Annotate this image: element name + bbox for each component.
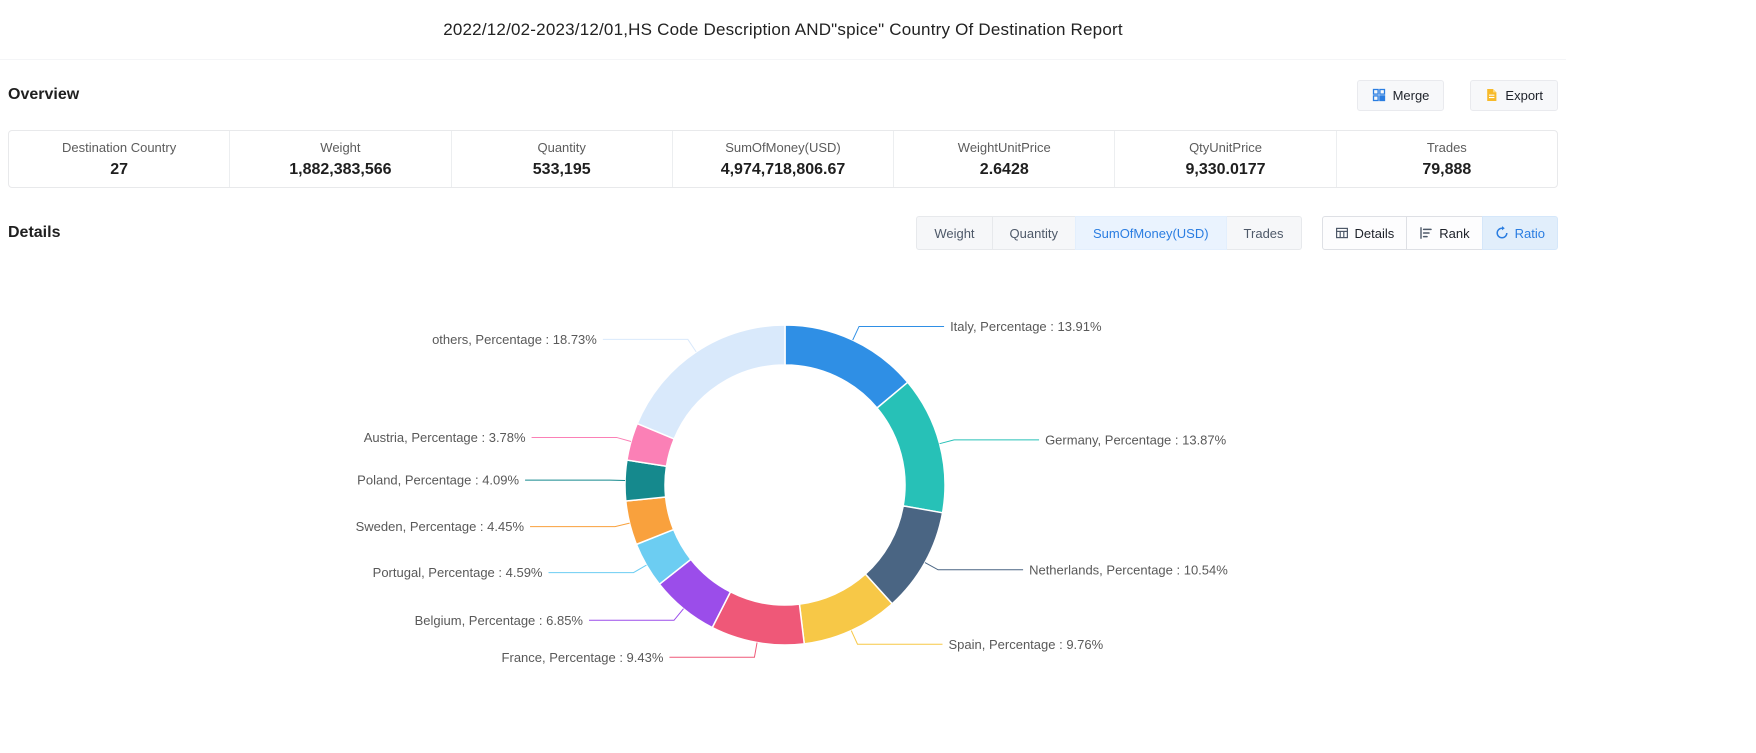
chart-area: Italy, Percentage : 13.91% Germany, Perce… (0, 250, 1566, 753)
table-icon (1335, 226, 1349, 240)
cycle-arrows-icon (1495, 226, 1509, 240)
stat-label: SumOfMoney(USD) (725, 140, 841, 155)
donut-slice-others[interactable] (637, 325, 785, 439)
slice-label-france: France, Percentage : 9.43% (502, 650, 664, 665)
stat-sum-of-money: SumOfMoney(USD) 4,974,718,806.67 (672, 131, 893, 187)
slice-label-austria: Austria, Percentage : 3.78% (364, 430, 526, 445)
label-line-germany (940, 440, 1039, 444)
stat-qty-unit-price: QtyUnitPrice 9,330.0177 (1114, 131, 1335, 187)
export-button[interactable]: Export (1470, 80, 1558, 111)
stat-destination-country: Destination Country 27 (9, 131, 229, 187)
view-tab-ratio-label: Ratio (1515, 226, 1545, 241)
tab-sum-of-money[interactable]: SumOfMoney(USD) (1075, 216, 1227, 250)
label-line-belgium (589, 609, 684, 621)
slice-label-spain: Spain, Percentage : 9.76% (949, 637, 1104, 652)
stat-label: Weight (320, 140, 360, 155)
stat-value: 533,195 (533, 161, 591, 179)
tab-weight[interactable]: Weight (916, 216, 992, 250)
slice-label-others: others, Percentage : 18.73% (432, 332, 597, 347)
donut-chart: Italy, Percentage : 13.91% Germany, Perce… (0, 250, 1566, 753)
label-line-italy (853, 326, 944, 340)
label-line-sweden (530, 523, 630, 527)
view-tab-rank[interactable]: Rank (1406, 216, 1482, 250)
report-page: 2022/12/02-2023/12/01,HS Code Descriptio… (0, 0, 1566, 753)
overview-actions: Merge Export (1357, 80, 1558, 111)
view-tab-details[interactable]: Details (1322, 216, 1408, 250)
details-section: Details Weight Quantity SumOfMoney(USD) … (0, 216, 1566, 753)
overview-heading: Overview (8, 86, 79, 104)
merge-button[interactable]: Merge (1357, 80, 1445, 111)
label-line-austria (532, 437, 631, 441)
label-line-portugal (549, 565, 647, 573)
stat-value: 9,330.0177 (1186, 161, 1266, 179)
stat-label: Destination Country (62, 140, 176, 155)
stat-label: Quantity (537, 140, 585, 155)
label-line-spain (851, 631, 942, 645)
tab-quantity[interactable]: Quantity (992, 216, 1076, 250)
stat-value: 79,888 (1422, 161, 1471, 179)
stat-value: 1,882,383,566 (289, 161, 391, 179)
slice-label-portugal: Portugal, Percentage : 4.59% (373, 565, 543, 580)
donut-slice-poland[interactable] (625, 460, 666, 501)
stat-quantity: Quantity 533,195 (451, 131, 672, 187)
stat-trades: Trades 79,888 (1336, 131, 1557, 187)
rank-list-icon (1419, 226, 1433, 240)
stat-weight-unit-price: WeightUnitPrice 2.6428 (893, 131, 1114, 187)
details-heading: Details (8, 224, 60, 242)
page-title: 2022/12/02-2023/12/01,HS Code Descriptio… (443, 20, 1123, 40)
slice-label-italy: Italy, Percentage : 13.91% (950, 319, 1102, 334)
stat-label: Trades (1427, 140, 1467, 155)
stat-value: 4,974,718,806.67 (721, 161, 846, 179)
slice-label-germany: Germany, Percentage : 13.87% (1045, 432, 1227, 447)
label-line-others (603, 339, 696, 351)
overview-stats-bar: Destination Country 27 Weight 1,882,383,… (8, 130, 1558, 188)
export-button-label: Export (1505, 88, 1543, 103)
view-tab-group: Details Rank (1322, 216, 1558, 250)
slice-label-netherlands: Netherlands, Percentage : 10.54% (1029, 562, 1228, 577)
view-tab-ratio[interactable]: Ratio (1482, 216, 1558, 250)
stat-value: 27 (110, 161, 128, 179)
stat-label: WeightUnitPrice (958, 140, 1051, 155)
metric-tab-group: Weight Quantity SumOfMoney(USD) Trades (916, 216, 1301, 250)
stat-label: QtyUnitPrice (1189, 140, 1262, 155)
slice-label-sweden: Sweden, Percentage : 4.45% (356, 519, 525, 534)
details-toolbar: Weight Quantity SumOfMoney(USD) Trades (916, 216, 1558, 250)
report-header: 2022/12/02-2023/12/01,HS Code Descriptio… (0, 0, 1566, 60)
donut-slice-germany[interactable] (877, 382, 945, 512)
tab-trades[interactable]: Trades (1226, 216, 1302, 250)
stat-weight: Weight 1,882,383,566 (229, 131, 450, 187)
label-line-netherlands (925, 563, 1023, 570)
file-export-icon (1485, 88, 1498, 102)
stat-value: 2.6428 (980, 161, 1029, 179)
merge-button-label: Merge (1393, 88, 1430, 103)
view-tab-details-label: Details (1355, 226, 1395, 241)
view-tab-rank-label: Rank (1439, 226, 1469, 241)
merge-grid-icon (1372, 88, 1386, 102)
slice-label-poland: Poland, Percentage : 4.09% (357, 473, 519, 488)
overview-section: Overview Merge (0, 60, 1566, 188)
slice-label-belgium: Belgium, Percentage : 6.85% (415, 613, 584, 628)
donut-slice-italy[interactable] (785, 325, 908, 408)
label-line-france (669, 643, 757, 658)
